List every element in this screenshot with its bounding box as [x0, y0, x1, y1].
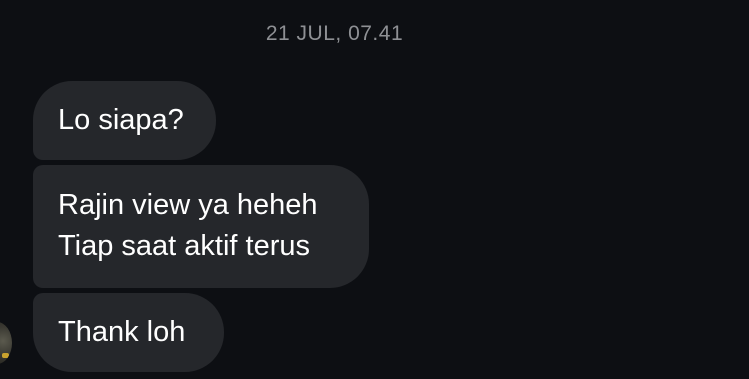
sender-avatar[interactable]: [0, 322, 12, 364]
message-bubble[interactable]: Thank loh: [33, 293, 224, 372]
message-text: Thank loh: [58, 316, 186, 348]
message-bubble[interactable]: Lo siapa?: [33, 81, 216, 160]
message-text: Tiap saat aktif terus: [58, 230, 310, 262]
message-text: Lo siapa?: [58, 104, 184, 136]
message-text: Rajin view ya heheh: [58, 189, 318, 221]
message-timestamp: 21 JUL, 07.41: [265, 22, 404, 45]
message-bubble[interactable]: Rajin view ya heheh Tiap saat aktif teru…: [33, 165, 369, 288]
chat-thread: 21 JUL, 07.41 Lo siapa? Rajin view ya he…: [0, 0, 749, 379]
